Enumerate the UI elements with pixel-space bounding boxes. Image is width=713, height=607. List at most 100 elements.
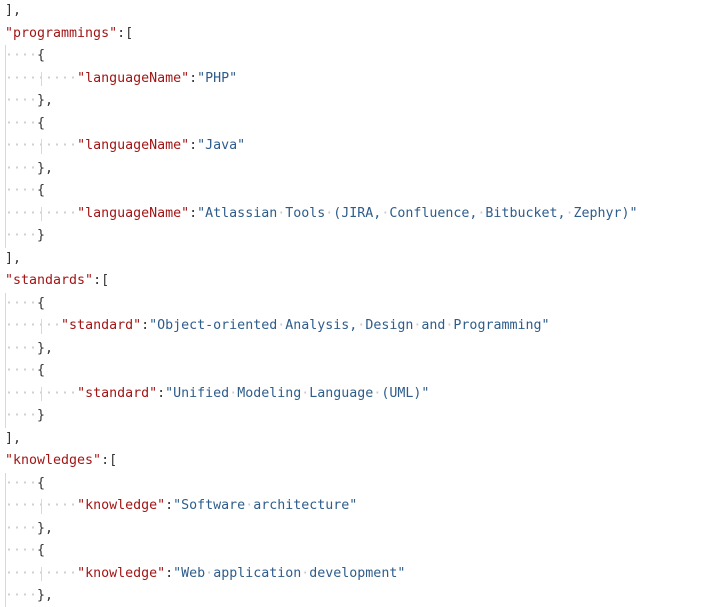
bracket-token: }, bbox=[37, 588, 54, 603]
indent-guide bbox=[5, 472, 6, 495]
indent-guide bbox=[5, 360, 6, 383]
json-key: "languageName" bbox=[77, 70, 190, 86]
indent-guide bbox=[5, 517, 6, 540]
code-line[interactable]: ], bbox=[5, 248, 21, 270]
code-line[interactable]: "knowledges":[ bbox=[5, 450, 117, 472]
whitespace-marker: · bbox=[381, 205, 390, 221]
code-line[interactable]: ····{ bbox=[5, 540, 45, 562]
bracket-token: ], bbox=[5, 250, 22, 266]
indent-guide bbox=[5, 225, 6, 248]
json-key: "standard" bbox=[61, 318, 142, 333]
json-key: "knowledge" bbox=[77, 498, 166, 513]
code-line[interactable]: ·········"languageName":"Atlassian·Tools… bbox=[5, 203, 638, 225]
code-line[interactable]: ····}, bbox=[5, 338, 53, 360]
code-line[interactable]: ·······"standard":"Object-oriented·Analy… bbox=[5, 315, 550, 337]
whitespace-marker: ···· bbox=[5, 588, 38, 603]
bracket-token: { bbox=[37, 543, 46, 558]
whitespace-marker: ···· bbox=[5, 48, 38, 63]
whitespace-marker: · bbox=[477, 205, 486, 221]
code-line[interactable]: ····{ bbox=[5, 473, 45, 495]
json-string-value: "Java" bbox=[197, 138, 246, 153]
indent-guide bbox=[5, 495, 6, 518]
indent-guide bbox=[5, 562, 6, 585]
indent-guide bbox=[5, 45, 6, 68]
json-string-value: "Atlassian·Tools·(JIRA,·Confluence,·Bitb… bbox=[197, 205, 638, 221]
json-string-value: "Unified·Modeling·Language·(UML)" bbox=[165, 385, 430, 401]
bracket-token: }, bbox=[37, 160, 54, 176]
code-line[interactable]: ····}, bbox=[5, 518, 53, 540]
json-key: "programmings" bbox=[5, 25, 118, 41]
json-punctuation: :[ bbox=[93, 273, 110, 288]
indent-guide bbox=[5, 337, 6, 360]
indent-guide bbox=[5, 90, 6, 113]
indent-guide bbox=[5, 135, 6, 158]
whitespace-marker: ···· bbox=[5, 160, 38, 176]
code-line[interactable]: ], bbox=[5, 0, 21, 22]
whitespace-marker: · bbox=[325, 205, 334, 221]
code-line[interactable]: ····{ bbox=[5, 113, 45, 135]
bracket-token: }, bbox=[37, 340, 54, 356]
code-line[interactable]: ····}, bbox=[5, 158, 53, 180]
whitespace-marker: ···· bbox=[5, 408, 38, 423]
whitespace-marker: · bbox=[301, 565, 310, 581]
bracket-token: { bbox=[37, 48, 46, 63]
code-line[interactable]: "standards":[ bbox=[5, 270, 109, 292]
bracket-token: { bbox=[37, 183, 46, 198]
indent-guide bbox=[5, 202, 6, 225]
json-string-value: "Object-oriented·Analysis,·Design·and·Pr… bbox=[149, 318, 550, 333]
code-line[interactable]: ·········"standard":"Unified·Modeling·La… bbox=[5, 383, 429, 405]
indent-guide bbox=[5, 292, 6, 315]
bracket-token: } bbox=[37, 228, 46, 243]
bracket-token: { bbox=[37, 115, 46, 131]
whitespace-marker: · bbox=[301, 385, 310, 401]
whitespace-marker: ···· bbox=[5, 520, 38, 536]
indent-guide bbox=[41, 139, 42, 154]
whitespace-marker: ···· bbox=[5, 543, 38, 558]
indent-guide bbox=[41, 499, 42, 514]
indent-guide bbox=[5, 180, 6, 203]
indent-guide bbox=[5, 157, 6, 180]
code-line[interactable]: ····} bbox=[5, 405, 45, 427]
whitespace-marker: ···· bbox=[5, 115, 38, 131]
code-editor[interactable]: ], "programmings":[····{·········"languag… bbox=[0, 0, 713, 607]
code-line[interactable]: ····{ bbox=[5, 45, 45, 67]
whitespace-marker: ···· bbox=[5, 295, 38, 311]
whitespace-marker: ···· bbox=[5, 183, 38, 198]
code-line[interactable]: ····{ bbox=[5, 360, 45, 382]
bracket-token: { bbox=[37, 475, 46, 491]
indent-guide bbox=[41, 206, 42, 221]
whitespace-marker: ···· bbox=[5, 93, 38, 108]
whitespace-marker: · bbox=[373, 385, 382, 401]
json-key: "knowledges" bbox=[5, 453, 102, 468]
whitespace-marker: · bbox=[277, 318, 286, 333]
json-punctuation: : bbox=[165, 565, 174, 581]
bracket-token: }, bbox=[37, 93, 54, 108]
whitespace-marker: ···· bbox=[5, 228, 38, 243]
whitespace-marker: ···· bbox=[5, 363, 38, 378]
code-line[interactable]: ····}, bbox=[5, 585, 53, 607]
bracket-token: { bbox=[37, 295, 46, 311]
indent-guide bbox=[41, 71, 42, 86]
whitespace-marker: · bbox=[565, 205, 574, 221]
bracket-token: ], bbox=[5, 430, 22, 446]
whitespace-marker: · bbox=[277, 205, 286, 221]
json-string-value: "Web·application·development" bbox=[173, 565, 406, 581]
json-string-value: "PHP" bbox=[197, 70, 238, 86]
code-line[interactable]: "programmings":[ bbox=[5, 23, 133, 45]
whitespace-marker: · bbox=[205, 565, 214, 581]
code-line[interactable]: ·········"knowledge":"Software·architect… bbox=[5, 495, 357, 517]
code-line[interactable]: ·········"knowledge":"Web·application·de… bbox=[5, 563, 405, 585]
code-line[interactable]: ], bbox=[5, 428, 21, 450]
json-key: "knowledge" bbox=[77, 565, 166, 581]
code-line[interactable]: ····{ bbox=[5, 293, 45, 315]
json-punctuation: : bbox=[189, 205, 198, 221]
whitespace-marker: ···· bbox=[5, 475, 38, 491]
code-line[interactable]: ····} bbox=[5, 225, 45, 247]
whitespace-marker: · bbox=[445, 318, 454, 333]
indent-guide bbox=[5, 112, 6, 135]
json-punctuation: : bbox=[141, 318, 150, 333]
code-line[interactable]: ····}, bbox=[5, 90, 53, 112]
code-line[interactable]: ·········"languageName":"PHP" bbox=[5, 68, 237, 90]
whitespace-marker: ···· bbox=[5, 340, 38, 356]
code-line[interactable]: ····{ bbox=[5, 180, 45, 202]
